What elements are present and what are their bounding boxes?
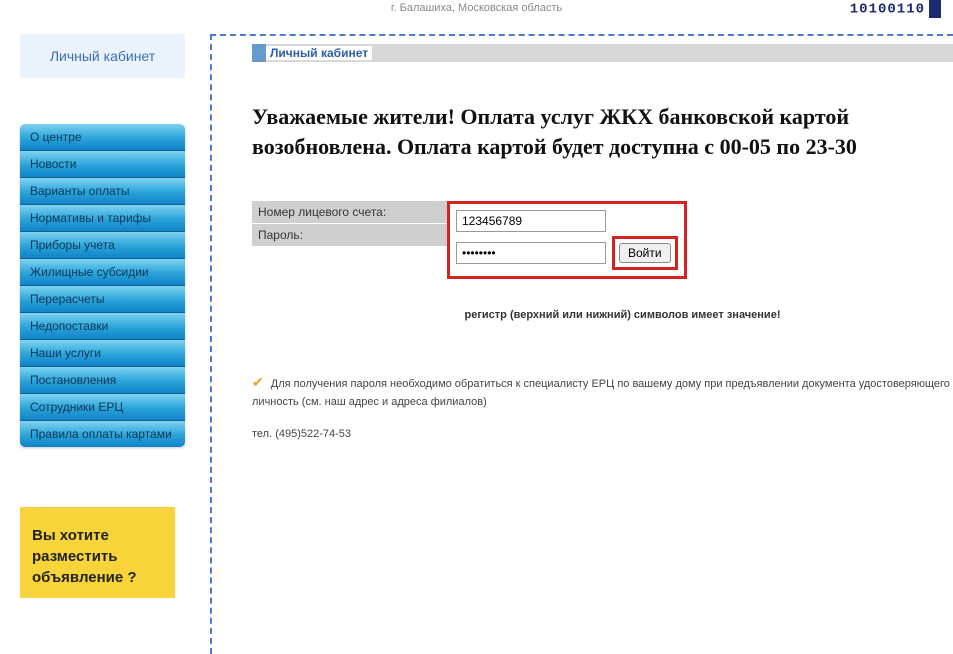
menu-item-card-rules[interactable]: Правила оплаты картами [20, 421, 185, 447]
main-content: Личный кабинет Уважаемые жители! Оплата … [210, 34, 953, 654]
case-sensitivity-warning: регистр (верхний или нижний) символов им… [292, 309, 953, 321]
menu-item-staff[interactable]: Сотрудники ЕРЦ [20, 394, 185, 421]
menu-item-payment-options[interactable]: Варианты оплаты [20, 178, 185, 205]
notice-heading: Уважаемые жители! Оплата услуг ЖКХ банко… [252, 102, 943, 161]
login-form: Номер лицевого счета: Пароль: Войти [252, 201, 953, 279]
lk-title-box: Личный кабинет [20, 34, 185, 78]
menu-item-shortfalls[interactable]: Недопоставки [20, 313, 185, 340]
menu-item-about[interactable]: О центре [20, 124, 185, 151]
help-text-block: ✔ Для получения пароля необходимо обрати… [252, 371, 953, 443]
login-button[interactable]: Войти [619, 243, 671, 263]
section-title-bar: Личный кабинет [252, 44, 953, 62]
login-button-highlight: Войти [612, 236, 678, 270]
sidebar-menu: О центре Новости Варианты оплаты Нормати… [20, 124, 185, 447]
phone-text: тел. (495)522-74-53 [252, 426, 953, 444]
location-text: г. Балашиха, Московская область [0, 0, 953, 16]
menu-item-services[interactable]: Наши услуги [20, 340, 185, 367]
section-title: Личный кабинет [266, 46, 372, 60]
account-label: Номер лицевого счета: [252, 201, 447, 224]
menu-item-decrees[interactable]: Постановления [20, 367, 185, 394]
account-input[interactable] [456, 210, 606, 232]
menu-item-news[interactable]: Новости [20, 151, 185, 178]
sidebar: Личный кабинет О центре Новости Варианты… [0, 16, 210, 598]
menu-item-recalcs[interactable]: Перерасчеты [20, 286, 185, 313]
menu-item-subsidies[interactable]: Жилищные субсидии [20, 259, 185, 286]
ad-banner[interactable]: Вы хотите разместить объявление ? [20, 507, 175, 598]
login-inputs-highlight: Войти [447, 201, 687, 279]
menu-item-meters[interactable]: Приборы учета [20, 232, 185, 259]
password-label: Пароль: [252, 224, 447, 247]
password-input[interactable] [456, 242, 606, 264]
check-icon: ✔ [252, 374, 264, 390]
menu-item-norms-tariffs[interactable]: Нормативы и тарифы [20, 205, 185, 232]
help-text: Для получения пароля необходимо обратить… [252, 378, 950, 408]
